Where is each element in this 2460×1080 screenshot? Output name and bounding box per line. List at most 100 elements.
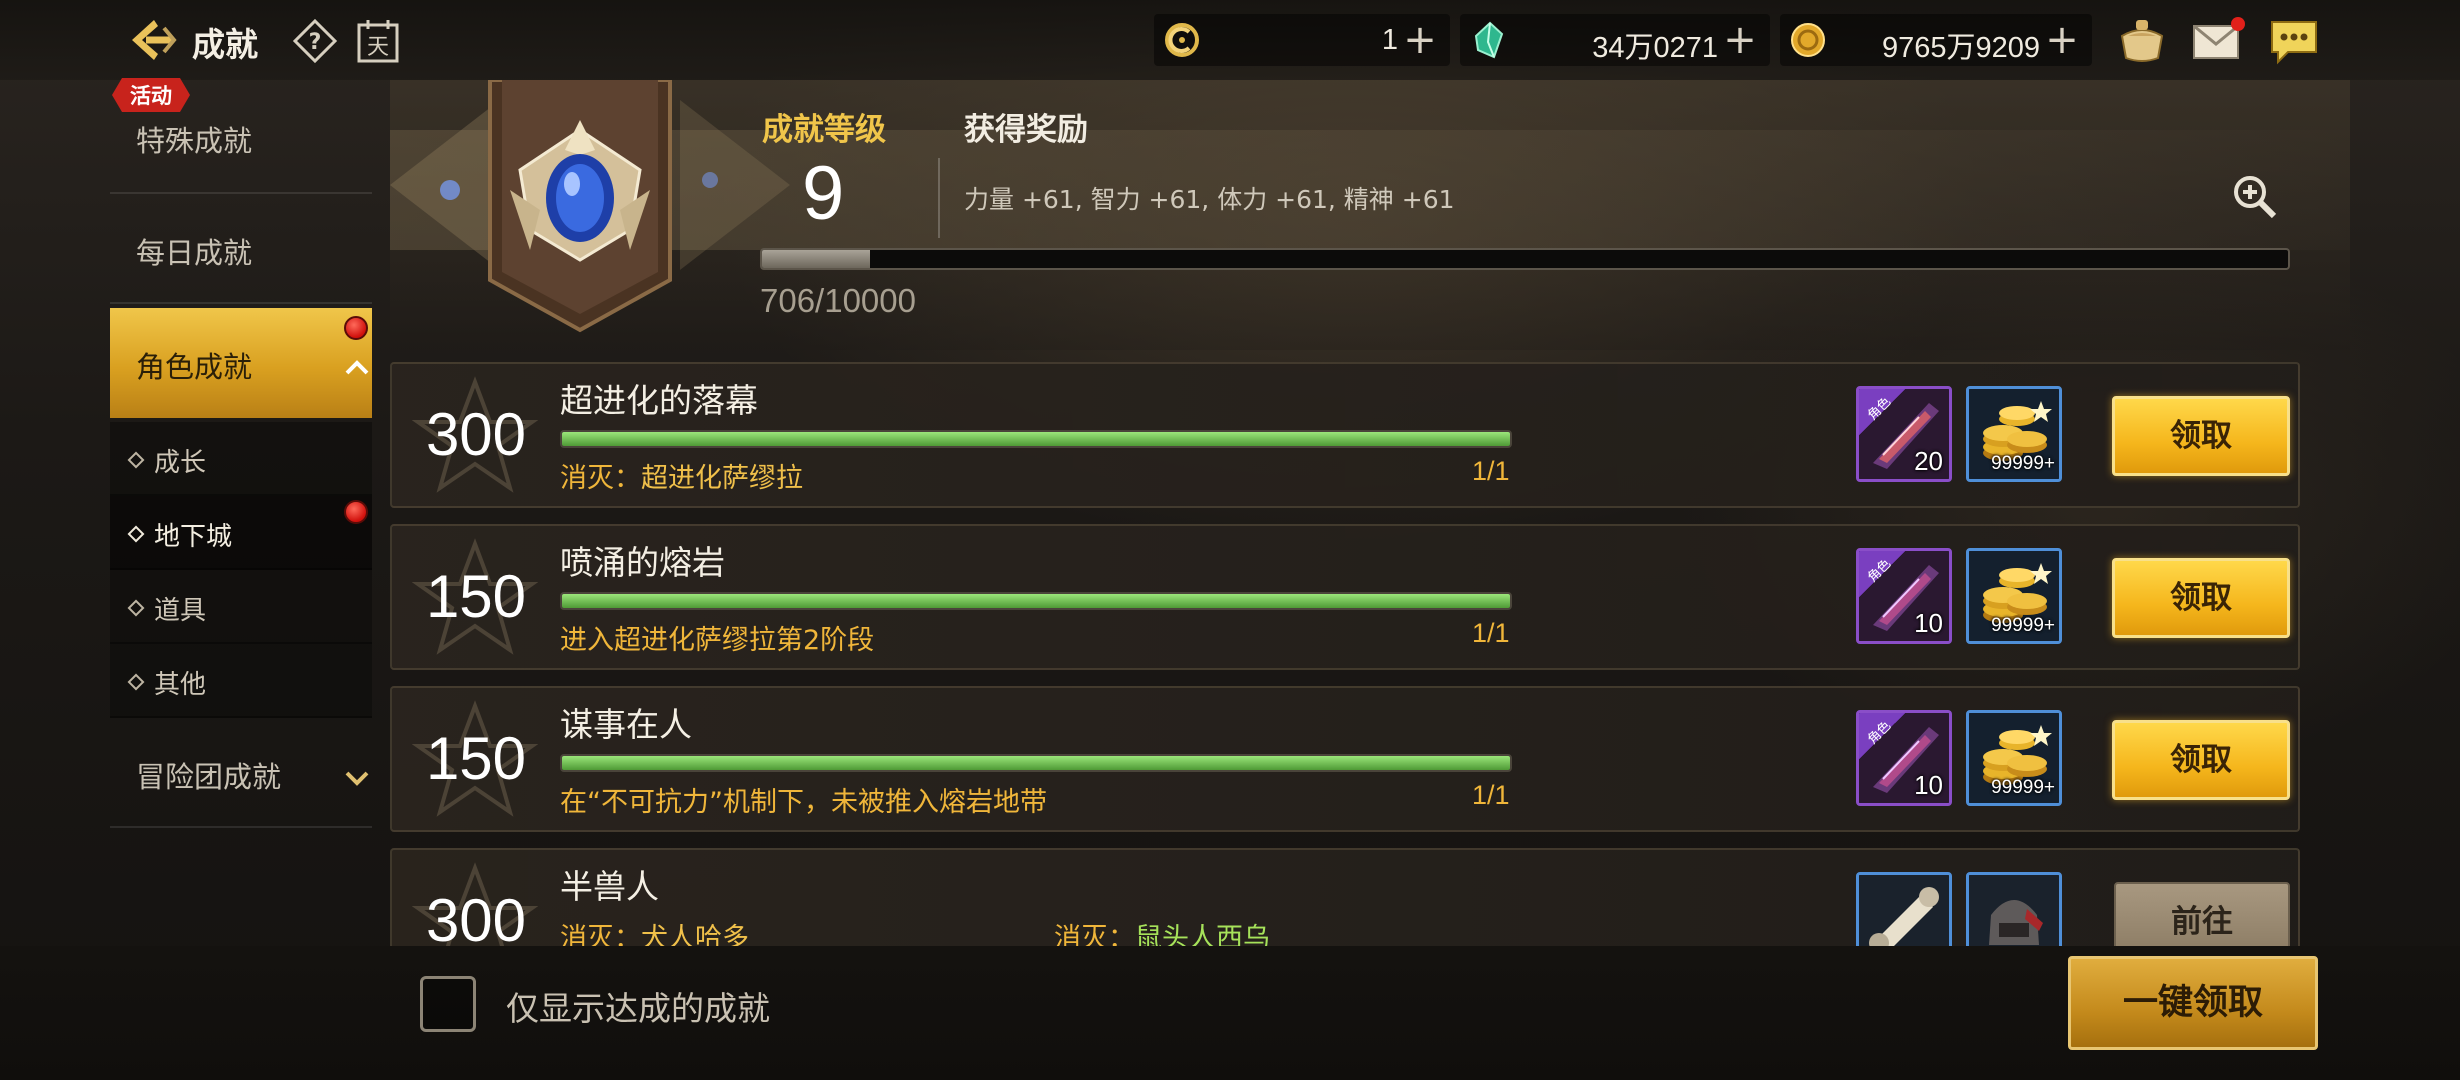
reward-slot-character-item[interactable]: 角色 10 — [1856, 548, 1952, 644]
achievement-progress-bar — [560, 754, 1512, 772]
diamond-bullet-icon — [127, 525, 145, 543]
sub-item-label: 地下城 — [154, 522, 233, 552]
calendar-glyph: 天 — [367, 35, 389, 60]
level-title: 成就等级 — [762, 112, 886, 148]
achievement-points: 300 — [425, 887, 527, 946]
divider — [938, 158, 940, 238]
show-completed-checkbox[interactable] — [420, 976, 476, 1032]
reward-quantity: 20 — [1914, 446, 1943, 476]
zoom-in-icon[interactable] — [2230, 172, 2278, 220]
sub-item-other[interactable]: 其他 — [110, 644, 372, 718]
page-title: 成就 — [192, 25, 258, 64]
character-tag-text: 角色 — [1865, 394, 1895, 424]
currency-gold: 9765万9209 + — [1780, 14, 2092, 66]
condition-prefix: 消灭： — [560, 923, 641, 946]
achievement-progress-fill — [562, 756, 1510, 770]
go-to-button[interactable]: 前往 — [2114, 882, 2290, 946]
reward-slot-character-item[interactable]: 角色 20 — [1856, 386, 1952, 482]
reward-quantity: 10 — [1914, 770, 1943, 800]
achievement-points: 150 — [425, 563, 527, 630]
diamond-bullet-icon — [127, 599, 145, 617]
achievement-count: 1/1 — [1472, 456, 1510, 486]
reward-slot-scroll[interactable] — [1856, 872, 1952, 946]
achievement-list[interactable]: 300 超进化的落幕 消灭： 超进化萨缪拉 1/1 角色 20 99999+ 领取… — [390, 362, 2300, 946]
condition-target: 超进化萨缪拉 — [641, 463, 803, 494]
sub-item-growth[interactable]: 成长 — [110, 422, 372, 496]
sub-item-items[interactable]: 道具 — [110, 570, 372, 644]
achievement-row: 300 超进化的落幕 消灭：超进化萨缪拉 1/1 角色 20 99999+ 领取 — [390, 362, 2300, 508]
add-gold-button[interactable]: + — [2042, 18, 2082, 62]
level-progress-text: 706/10000 — [760, 282, 916, 319]
achievement-condition-2: 消灭：鼠头人西乌 — [1054, 916, 1270, 946]
achievement-progress-fill — [562, 594, 1510, 608]
reward-slot-gold[interactable]: 99999+ — [1966, 710, 2062, 806]
event-badge: 活动 — [112, 78, 190, 112]
reward-quantity: 99999+ — [1991, 453, 2055, 474]
chevron-down-icon — [344, 770, 370, 792]
sub-item-label: 道具 — [154, 596, 207, 626]
menu-item-character[interactable]: 角色成就 — [110, 308, 372, 418]
reward-stats: 力量 +61, 智力 +61, 体力 +61, 精神 +61 — [964, 185, 1455, 214]
character-tag-text: 角色 — [1865, 718, 1895, 748]
reward-slot-character-item[interactable]: 角色 10 — [1856, 710, 1952, 806]
claim-button[interactable]: 领取 — [2112, 558, 2290, 638]
achievement-condition: 进入超进化萨缪拉第2阶段 — [560, 625, 875, 656]
menu-item-daily[interactable]: 每日成就 — [110, 194, 372, 304]
reward-slot-helmet[interactable] — [1966, 872, 2062, 946]
achievement-progress-fill — [562, 432, 1510, 446]
add-c-coin-button[interactable]: + — [1400, 18, 1440, 62]
menu-item-label: 冒险团成就 — [136, 760, 282, 794]
add-crystal-button[interactable]: + — [1720, 18, 1760, 62]
condition-target: 犬人哈多 — [641, 923, 749, 946]
crystal-value: 34万0271 — [1592, 32, 1718, 64]
achievement-condition: 消灭：犬人哈多 — [560, 916, 749, 946]
c-coin-value: 1 — [1381, 24, 1398, 56]
back-arrow-icon[interactable] — [124, 14, 178, 66]
menu-item-adventure-team[interactable]: 冒险团成就 — [110, 718, 372, 828]
condition-prefix: 消灭： — [1054, 923, 1135, 946]
achievement-name: 半兽人 — [560, 867, 659, 906]
treasure-pot-icon[interactable] — [2114, 14, 2170, 66]
currency-c-coin: 1 + — [1154, 14, 1450, 66]
chat-icon[interactable] — [2266, 14, 2322, 66]
crystal-icon — [1468, 20, 1508, 60]
c-coin-icon — [1162, 20, 1202, 60]
achievement-medal-icon — [390, 78, 790, 350]
character-tag-text: 角色 — [1865, 556, 1895, 586]
sub-item-label: 成长 — [154, 448, 207, 478]
notification-dot — [344, 500, 368, 524]
achievement-name: 超进化的落幕 — [560, 381, 758, 420]
achievement-points: 300 — [425, 401, 527, 468]
reward-slot-gold[interactable]: 99999+ — [1966, 386, 2062, 482]
diamond-bullet-icon — [127, 451, 145, 469]
gold-coin-icon — [1788, 20, 1828, 60]
gold-value: 9765万9209 — [1881, 32, 2040, 64]
claim-button[interactable]: 领取 — [2112, 720, 2290, 800]
achievement-name: 谋事在人 — [560, 705, 692, 744]
scroll-icon — [1859, 875, 1949, 946]
claim-all-button[interactable]: 一键领取 — [2068, 956, 2318, 1050]
sub-item-dungeon[interactable]: 地下城 — [110, 496, 372, 570]
calendar-icon[interactable]: 天 — [356, 18, 400, 64]
notification-dot — [344, 316, 368, 340]
menu-item-special[interactable]: 活动 特殊成就 — [110, 80, 372, 194]
currency-crystal: 34万0271 + — [1460, 14, 1770, 66]
achievement-row: 150 喷涌的熔岩 进入超进化萨缪拉第2阶段 1/1 角色 10 99999+ … — [390, 524, 2300, 670]
menu-item-label: 特殊成就 — [136, 124, 253, 158]
top-bar: 成就 ? 天 1 + 34万0271 + 9765万9209 + — [0, 0, 2460, 80]
chevron-up-icon — [344, 358, 370, 380]
help-icon[interactable]: ? — [292, 18, 338, 64]
claim-button[interactable]: 领取 — [2112, 396, 2290, 476]
level-progress-bar — [760, 248, 2290, 270]
achievement-points: 150 — [425, 725, 527, 792]
reward-slot-gold[interactable]: 99999+ — [1966, 548, 2062, 644]
achievement-count: 1/1 — [1472, 780, 1510, 810]
level-progress-fill — [762, 250, 870, 268]
achievement-count: 1/1 — [1472, 618, 1510, 648]
mail-icon[interactable] — [2190, 14, 2246, 66]
menu-item-label: 每日成就 — [136, 236, 253, 270]
achievement-name: 喷涌的熔岩 — [560, 543, 725, 582]
achievement-category-menu: 活动 特殊成就 每日成就 角色成就 成长 地下城 道具 其他 冒险团成就 — [110, 80, 372, 828]
reward-quantity: 99999+ — [1991, 777, 2055, 798]
character-tag: 角色 — [1859, 713, 1905, 759]
